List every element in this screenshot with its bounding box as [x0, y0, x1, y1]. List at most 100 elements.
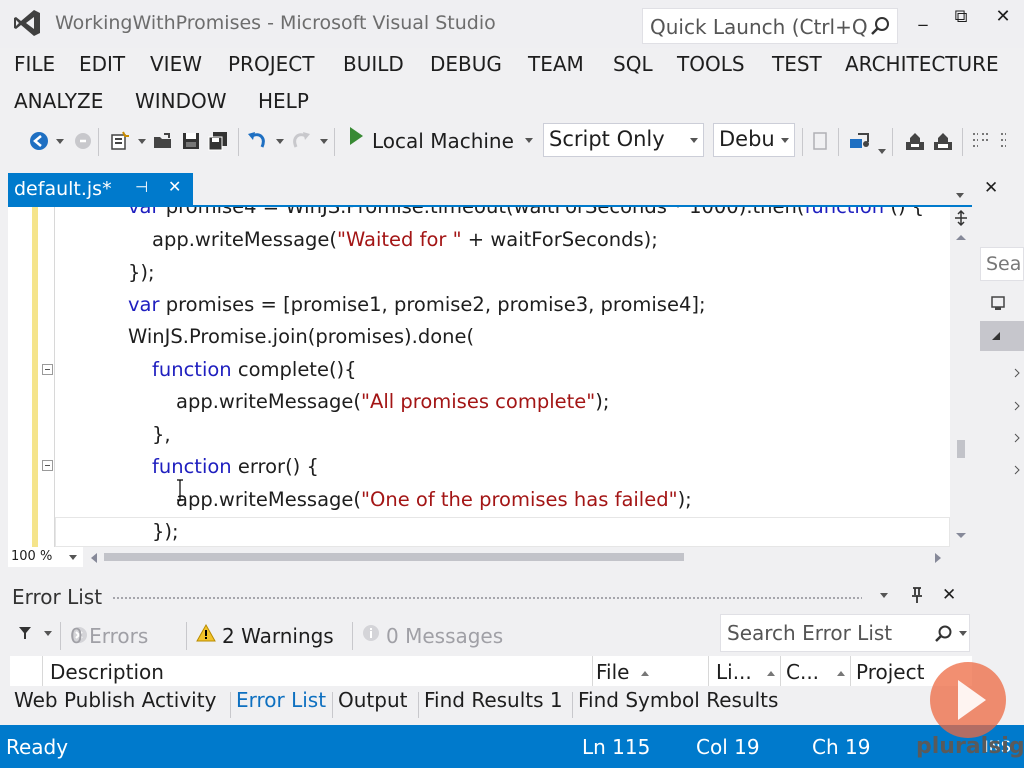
save-icon[interactable] [180, 130, 202, 152]
find-in-files-icon[interactable] [810, 130, 832, 152]
tree-expand-icon[interactable] [1014, 433, 1020, 443]
debug-mode-select[interactable]: Script Only [543, 123, 704, 157]
close-window-button[interactable]: ✕ [988, 6, 1018, 30]
step-over-icon[interactable] [932, 130, 954, 152]
tree-expand-icon[interactable] [1014, 401, 1020, 411]
column-line[interactable]: Li... [716, 660, 752, 684]
pluralsight-brand-text: pluralsight [916, 734, 1024, 759]
comment-lines-icon[interactable] [970, 130, 992, 152]
open-file-icon[interactable] [152, 130, 174, 152]
close-tab-icon[interactable]: ✕ [168, 177, 181, 196]
close-panel-icon[interactable]: ✕ [984, 178, 998, 198]
minimize-button[interactable]: _ [908, 6, 938, 30]
menu-window[interactable]: WINDOW [135, 89, 227, 113]
back-icon[interactable] [28, 130, 50, 152]
horizontal-scroll-thumb[interactable] [104, 553, 684, 561]
quick-launch-input[interactable]: Quick Launch (Ctrl+Q [642, 8, 898, 44]
forward-icon[interactable] [72, 130, 94, 152]
menu-test[interactable]: TEST [772, 52, 822, 76]
vertical-scroll-thumb[interactable] [957, 440, 965, 458]
split-editor-icon[interactable] [953, 209, 969, 227]
filter-dropdown-icon[interactable] [44, 631, 52, 636]
code-text: }); [128, 261, 155, 284]
code-text: app.writeMessage( [176, 488, 362, 511]
toolbar-separator [334, 128, 335, 156]
close-error-list-icon[interactable]: ✕ [942, 585, 956, 605]
scroll-left-icon[interactable] [90, 552, 98, 564]
restore-button[interactable]: ⧉ [946, 6, 976, 30]
column-column[interactable]: C... [786, 660, 819, 684]
save-all-icon[interactable] [207, 130, 229, 152]
menu-file[interactable]: FILE [14, 52, 55, 76]
column-description[interactable]: Description [50, 660, 164, 684]
menu-team[interactable]: TEAM [528, 52, 584, 76]
tree-expand-icon[interactable] [1014, 368, 1020, 378]
menu-architecture[interactable]: ARCHITECTURE [845, 52, 999, 76]
sort-ascending-icon [641, 671, 649, 676]
tab-separator [572, 692, 573, 718]
scroll-up-icon[interactable] [955, 233, 967, 241]
new-project-icon[interactable] [108, 130, 130, 152]
zoom-level-select[interactable]: 100 % [8, 547, 83, 567]
scroll-down-icon[interactable] [955, 532, 967, 540]
new-dropdown-icon[interactable] [138, 139, 146, 144]
warnings-count: 2 Warnings [222, 624, 334, 648]
menu-sql[interactable]: SQL [613, 52, 653, 76]
menu-edit[interactable]: EDIT [79, 52, 125, 76]
tree-expand-icon[interactable] [1014, 465, 1020, 475]
menu-project[interactable]: PROJECT [228, 52, 314, 76]
tab-error-list[interactable]: Error List [236, 688, 326, 712]
configuration-select[interactable]: Debu [713, 123, 795, 157]
solution-search-input[interactable]: Sea [980, 247, 1024, 281]
menu-build[interactable]: BUILD [343, 52, 404, 76]
tab-overflow-icon[interactable] [956, 193, 964, 198]
back-dropdown-icon[interactable] [56, 139, 64, 144]
editor-horizontal-scrollbar[interactable]: 100 % [8, 547, 972, 567]
error-list-search-placeholder: Search Error List [727, 621, 893, 645]
tab-output[interactable]: Output [338, 688, 407, 712]
collapse-function-complete-icon[interactable] [42, 364, 53, 375]
menu-analyze[interactable]: ANALYZE [14, 89, 103, 113]
undo-icon[interactable] [246, 130, 268, 152]
filter-icon[interactable] [18, 626, 32, 640]
code-line: }); [152, 520, 179, 543]
attach-dropdown-icon[interactable] [878, 149, 886, 154]
code-editor[interactable]: var promise4 = WinJS.Promise.timeout(wai… [8, 207, 972, 547]
pluralsight-play-logo-icon [930, 662, 1006, 738]
menu-bar: FILE EDIT VIEW PROJECT BUILD DEBUG TEAM … [0, 48, 1024, 120]
code-line: var promise4 = WinJS.Promise.timeout(wai… [128, 207, 924, 218]
error-list-search-input[interactable]: Search Error List [720, 614, 970, 652]
menu-debug[interactable]: DEBUG [430, 52, 502, 76]
tab-find-symbol-results[interactable]: Find Symbol Results [578, 688, 778, 712]
code-keyword: var [128, 293, 160, 316]
undo-dropdown-icon[interactable] [276, 139, 284, 144]
collapse-function-error-icon[interactable] [42, 460, 53, 471]
attach-process-icon[interactable] [848, 130, 870, 152]
selected-tree-row[interactable] [980, 321, 1024, 351]
toolbar-separator [892, 128, 893, 156]
uncomment-lines-icon[interactable] [998, 130, 1020, 152]
home-icon[interactable] [990, 295, 1006, 311]
panel-options-icon[interactable] [880, 593, 888, 598]
pin-panel-icon[interactable] [910, 586, 924, 604]
redo-icon[interactable] [290, 130, 312, 152]
outline-margin [54, 207, 55, 547]
menu-view[interactable]: VIEW [150, 52, 202, 76]
pin-tab-icon[interactable]: ⊣ [135, 178, 148, 196]
window-title: WorkingWithPromises - Microsoft Visual S… [55, 12, 496, 34]
step-into-icon[interactable] [904, 130, 926, 152]
panel-grip [112, 596, 862, 601]
editor-vertical-scrollbar[interactable] [950, 207, 972, 547]
tab-default-js[interactable]: default.js* ⊣ ✕ [8, 173, 193, 206]
tab-find-results-1[interactable]: Find Results 1 [424, 688, 563, 712]
tab-web-publish-activity[interactable]: Web Publish Activity [14, 688, 216, 712]
column-file[interactable]: File [596, 660, 629, 684]
code-string: "Waited for " [337, 228, 462, 251]
redo-dropdown-icon[interactable] [320, 139, 328, 144]
error-list-title: Error List [12, 585, 103, 609]
menu-help[interactable]: HELP [258, 89, 309, 113]
code-string: "One of the promises has failed" [361, 488, 678, 511]
menu-tools[interactable]: TOOLS [677, 52, 745, 76]
scroll-right-icon[interactable] [934, 552, 942, 564]
column-project[interactable]: Project [856, 660, 924, 684]
